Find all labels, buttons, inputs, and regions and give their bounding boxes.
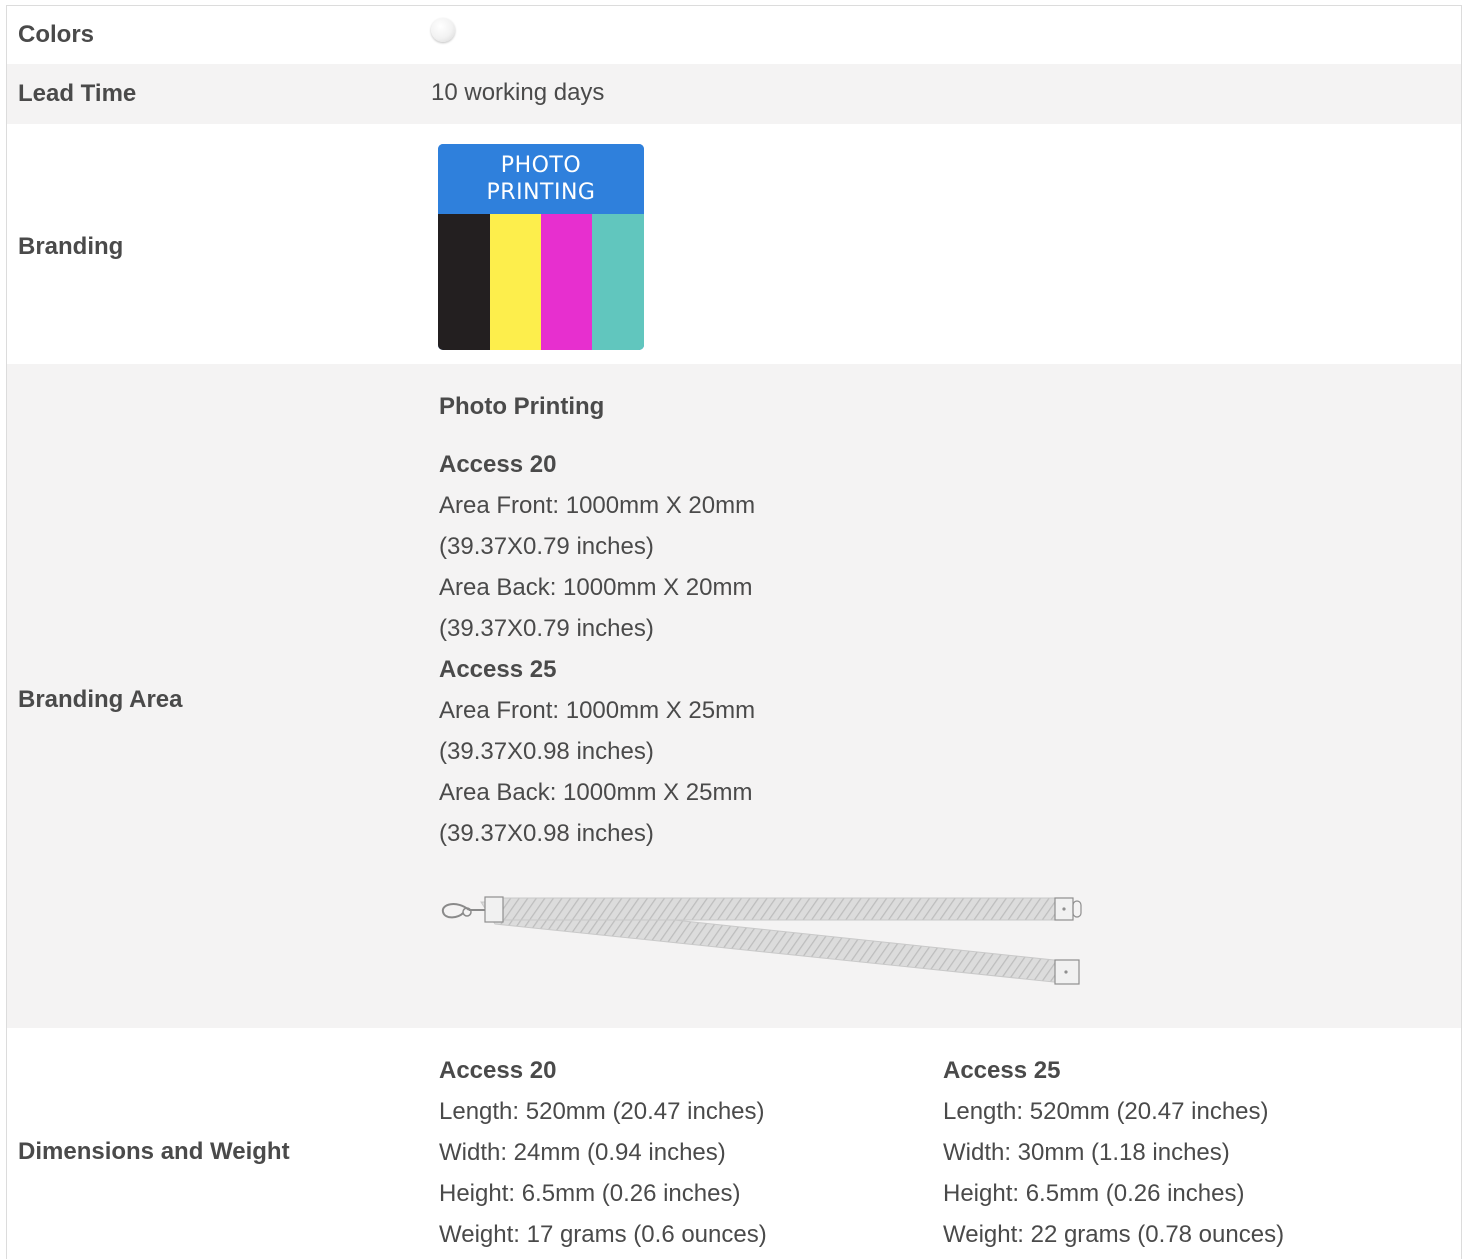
color-swatch-white[interactable] <box>431 18 455 42</box>
dims-length: Length: 520mm (20.47 inches) <box>943 1098 1269 1125</box>
area-line: (39.37X0.79 inches) <box>439 615 654 642</box>
branding-area-details: Photo Printing Access 20 Area Front: 100… <box>439 386 755 854</box>
dims-model-name: Access 20 <box>439 1057 557 1084</box>
area-line: Area Front: 1000mm X 25mm <box>439 697 756 724</box>
row-branding-area: Branding Area Photo Printing Access 20 A… <box>7 364 1461 1028</box>
branding-label: Branding <box>18 233 124 260</box>
dims-width: Width: 30mm (1.18 inches) <box>943 1139 1230 1166</box>
area-line: (39.37X0.98 inches) <box>439 738 654 765</box>
lanyard-strap-upper <box>487 897 1064 921</box>
row-branding: Branding PHOTO PRINTING <box>7 124 1461 364</box>
badge-stripe-magenta <box>541 214 593 350</box>
area-line: (39.37X0.79 inches) <box>439 533 654 560</box>
dims-width: Width: 24mm (0.94 inches) <box>439 1139 726 1166</box>
badge-stripe-yellow <box>490 214 542 350</box>
dimensions-access-25: Access 25 Length: 520mm (20.47 inches) W… <box>943 1050 1284 1255</box>
row-lead-time: Lead Time 10 working days <box>7 64 1461 124</box>
dims-height: Height: 6.5mm (0.26 inches) <box>943 1180 1245 1207</box>
area-model-name: Access 25 <box>439 656 557 683</box>
lanyard-illustration <box>441 896 1082 985</box>
badge-stripe-black <box>438 214 490 350</box>
lanyard-end-cap <box>484 896 504 923</box>
photo-printing-badge: PHOTO PRINTING <box>438 144 644 350</box>
dims-height: Height: 6.5mm (0.26 inches) <box>439 1180 741 1207</box>
dims-length: Length: 520mm (20.47 inches) <box>439 1098 765 1125</box>
area-line: Area Front: 1000mm X 20mm <box>439 492 756 519</box>
dimensions-label: Dimensions and Weight <box>18 1138 290 1165</box>
badge-line-1: PHOTO <box>500 153 582 178</box>
row-colors: Colors <box>7 6 1461 64</box>
dims-model-name: Access 25 <box>943 1057 1061 1084</box>
area-line: Area Back: 1000mm X 25mm <box>439 779 753 806</box>
lead-time-label: Lead Time <box>18 80 137 107</box>
area-line: (39.37X0.98 inches) <box>439 820 654 847</box>
branding-area-label: Branding Area <box>18 686 183 713</box>
dims-weight: Weight: 22 grams (0.78 ounces) <box>943 1221 1285 1248</box>
badge-stripe-cyan <box>592 214 644 350</box>
badge-header: PHOTO PRINTING <box>438 144 644 214</box>
row-dimensions: Dimensions and Weight Access 20 Length: … <box>7 1028 1461 1260</box>
area-line: Area Back: 1000mm X 20mm <box>439 574 753 601</box>
colors-label: Colors <box>18 21 95 48</box>
branding-method: Photo Printing <box>439 393 605 420</box>
badge-line-2: PRINTING <box>486 180 596 205</box>
area-model-name: Access 20 <box>439 451 557 478</box>
dimensions-access-20: Access 20 Length: 520mm (20.47 inches) W… <box>439 1050 767 1255</box>
lead-time-value: 10 working days <box>431 79 605 106</box>
dims-weight: Weight: 17 grams (0.6 ounces) <box>439 1221 767 1248</box>
spec-table: Colors Lead Time 10 working days Brandin… <box>6 5 1462 1260</box>
